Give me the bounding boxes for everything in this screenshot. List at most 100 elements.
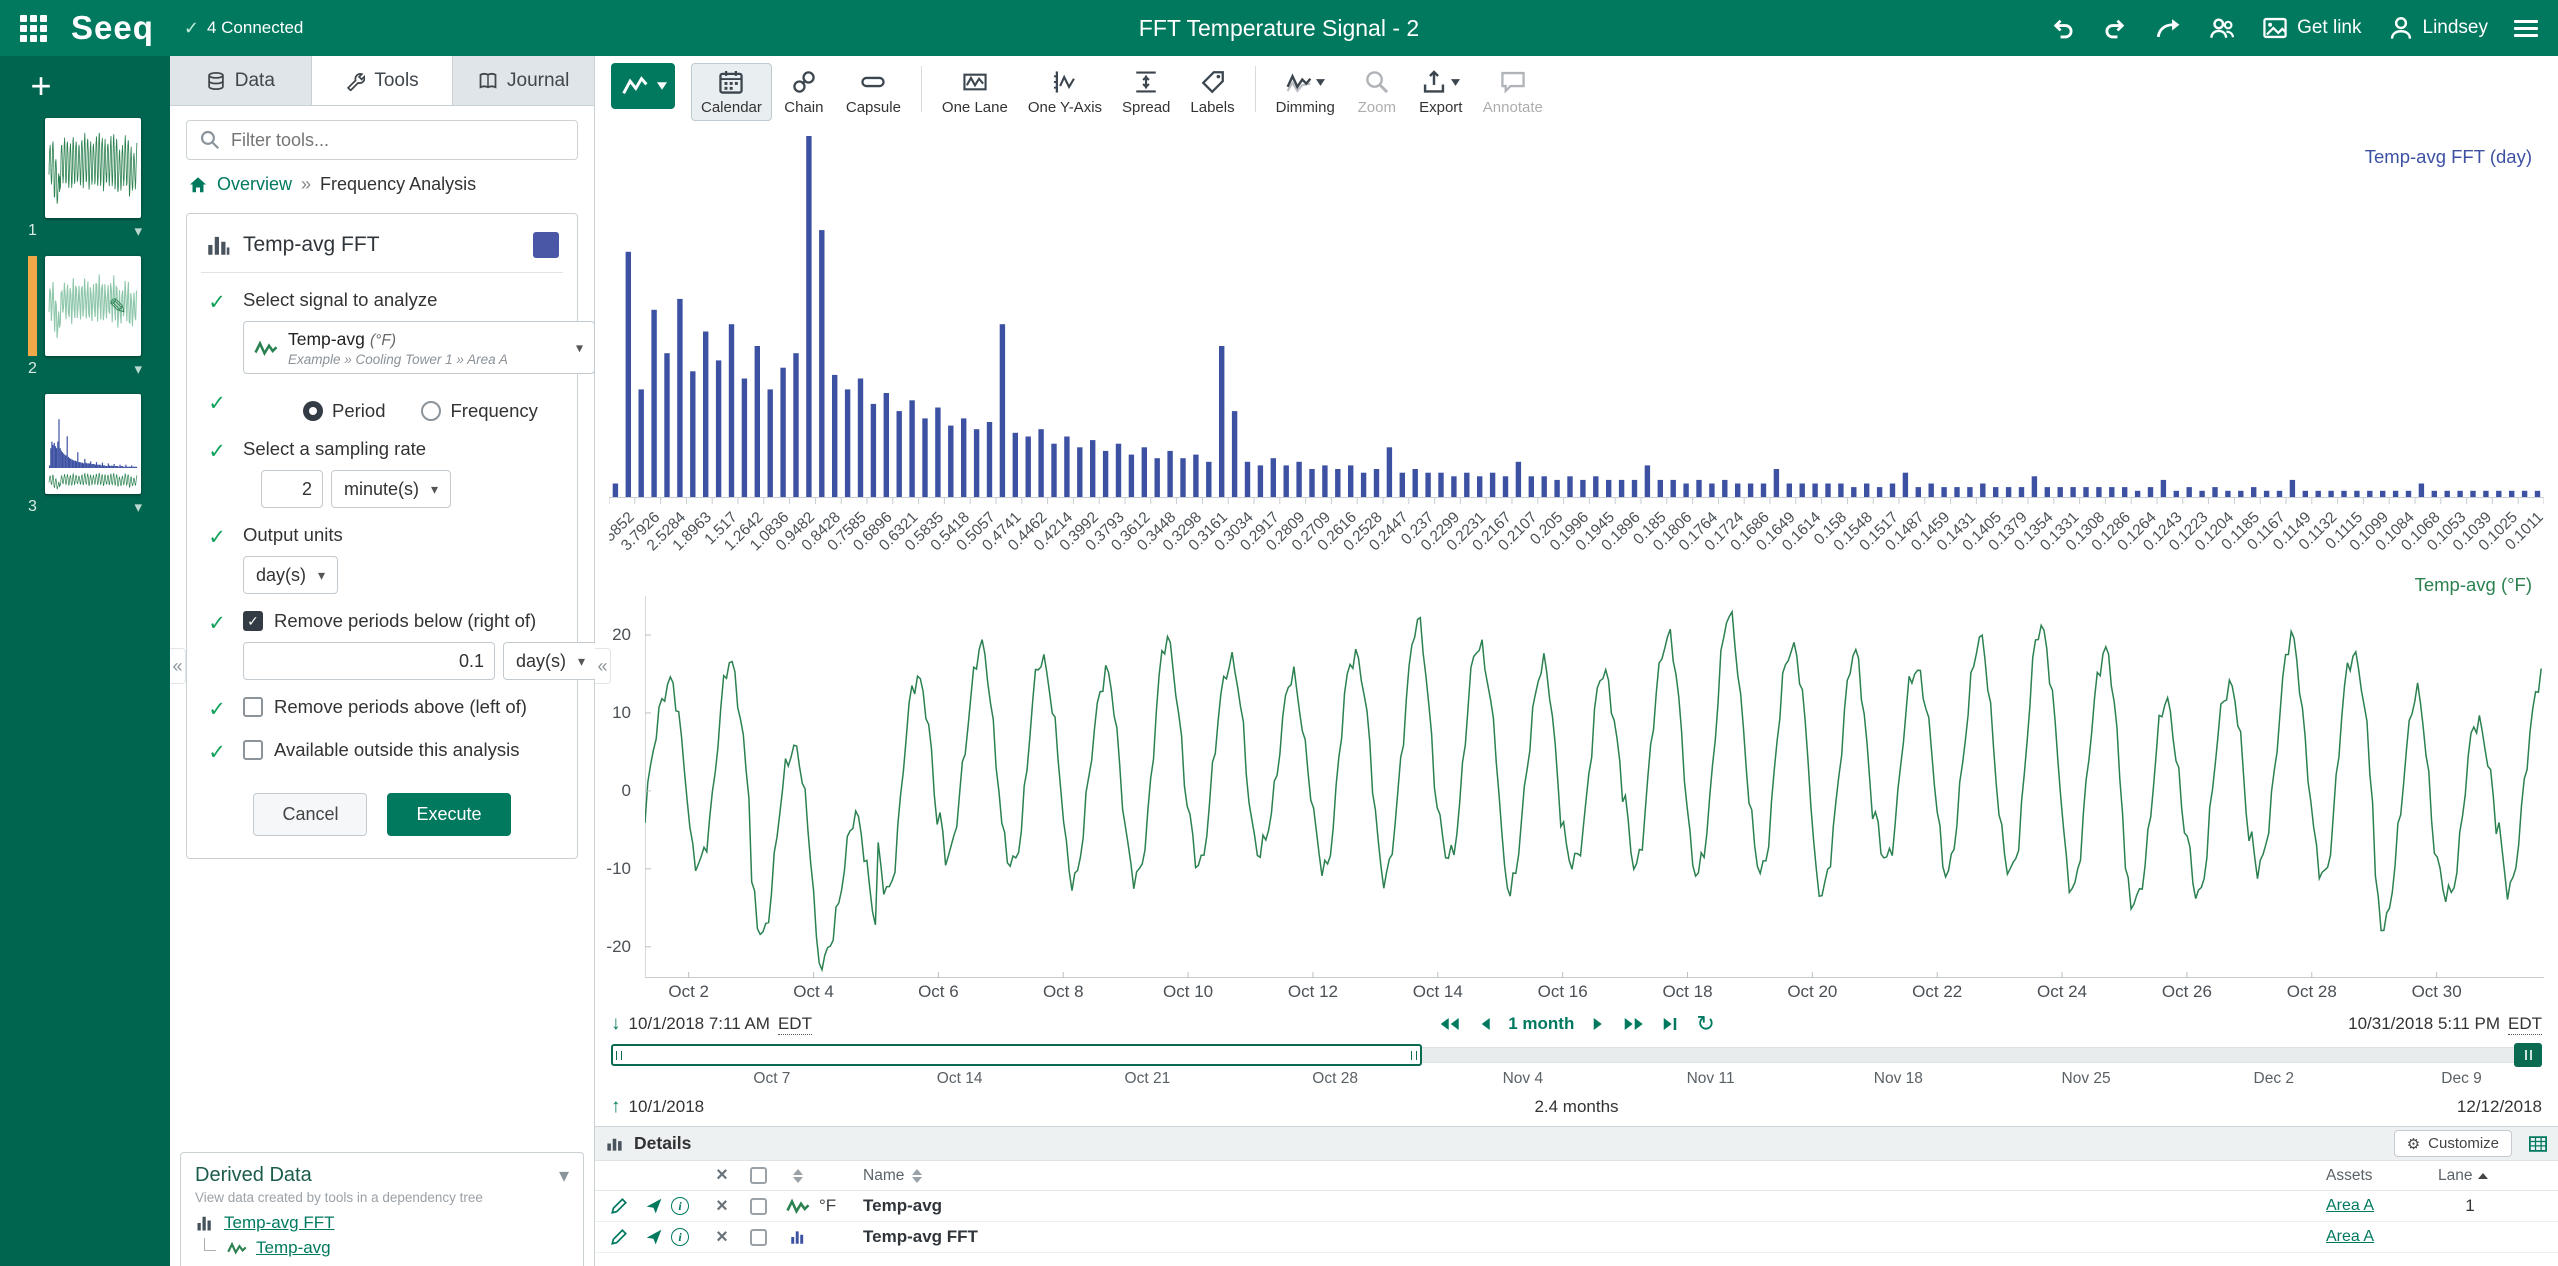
- collapse-panel-handle[interactable]: «: [595, 648, 611, 684]
- toolbar-labels-button[interactable]: Labels: [1180, 63, 1244, 121]
- row-checkbox[interactable]: [750, 1198, 767, 1215]
- toolbar-spread-button[interactable]: Spread: [1112, 63, 1180, 121]
- cancel-button[interactable]: Cancel: [253, 793, 367, 836]
- hamburger-menu-button[interactable]: [2514, 16, 2538, 41]
- investigate-range-start[interactable]: 10/1/2018: [629, 1097, 705, 1117]
- remove-item-button[interactable]: ×: [705, 1226, 739, 1249]
- apps-grid-icon[interactable]: [20, 15, 47, 42]
- window-left-grip[interactable]: [616, 1051, 622, 1060]
- investigate-range-slider[interactable]: [611, 1040, 2542, 1070]
- name-column-header[interactable]: Name: [863, 1167, 904, 1185]
- auto-update-button[interactable]: ↻: [1696, 1013, 1714, 1035]
- assets-column-header[interactable]: Assets: [2326, 1167, 2438, 1185]
- sampling-unit-dropdown[interactable]: minute(s)▾: [331, 470, 451, 508]
- toolbar-one-lane-button[interactable]: One Lane: [932, 63, 1018, 121]
- sort-lane-button[interactable]: [2478, 1173, 2488, 1179]
- display-range-start[interactable]: 10/1/2018 7:11 AM: [629, 1014, 770, 1034]
- toolbar-capsule-button[interactable]: Capsule: [836, 63, 911, 121]
- sort-name-button[interactable]: [912, 1169, 922, 1183]
- customize-button[interactable]: ⚙ Customize: [2394, 1130, 2512, 1157]
- trend-plot-area[interactable]: [645, 596, 2544, 978]
- display-range-window[interactable]: [611, 1044, 1422, 1066]
- remove-below-unit-dropdown[interactable]: day(s)▾: [503, 642, 598, 680]
- row-checkbox[interactable]: [750, 1229, 767, 1246]
- forward-share-button[interactable]: [2154, 15, 2182, 41]
- lane-column-header[interactable]: Lane: [2438, 1167, 2472, 1185]
- select-all-checkbox[interactable]: [750, 1167, 767, 1184]
- users-button[interactable]: [2208, 15, 2236, 41]
- undo-button[interactable]: [2050, 15, 2076, 41]
- investigate-range-end-handle[interactable]: [2514, 1043, 2542, 1067]
- toolbar-calendar-button[interactable]: Calendar: [691, 63, 772, 121]
- toolbar-one-y-axis-button[interactable]: One Y-Axis: [1018, 63, 1112, 121]
- collapse-sidebar-handle[interactable]: «: [170, 648, 186, 684]
- trend-series-label[interactable]: Temp-avg (°F): [2415, 574, 2532, 596]
- toolbar-dimming-button[interactable]: Dimming: [1266, 63, 1345, 121]
- add-worksheet-button[interactable]: +: [26, 68, 56, 104]
- timezone-label[interactable]: EDT: [778, 1014, 812, 1035]
- wrench-icon: [345, 71, 365, 91]
- filter-tools-input[interactable]: [186, 120, 578, 160]
- seeq-logo[interactable]: Seeq: [71, 9, 154, 47]
- range-duration-button[interactable]: 1 month: [1508, 1014, 1574, 1034]
- trend-chart[interactable]: Temp-avg (°F) 20100-10-20 Oct 2Oct 4Oct …: [595, 570, 2558, 1008]
- tab-journal[interactable]: Journal: [453, 56, 594, 105]
- info-icon[interactable]: i: [671, 1228, 689, 1246]
- toolbar-chain-button[interactable]: Chain: [772, 63, 836, 121]
- home-icon[interactable]: [188, 175, 208, 195]
- frequency-radio[interactable]: Frequency: [421, 400, 537, 422]
- display-range-end[interactable]: 10/31/2018 5:11 PM: [2348, 1014, 2500, 1034]
- timezone-label[interactable]: EDT: [2508, 1014, 2542, 1035]
- step-backward-button[interactable]: [1478, 1016, 1490, 1032]
- row-asset-link[interactable]: Area A: [2326, 1197, 2438, 1215]
- derived-data-header[interactable]: Derived Data ▾: [195, 1163, 569, 1188]
- fft-plot-area[interactable]: [609, 126, 2544, 498]
- row-asset-link[interactable]: Area A: [2326, 1228, 2438, 1246]
- tab-data[interactable]: Data: [170, 56, 312, 105]
- user-menu-button[interactable]: Lindsey: [2388, 15, 2489, 41]
- remove-above-checkbox-row[interactable]: Remove periods above (left of): [243, 696, 563, 718]
- remove-all-button[interactable]: ×: [705, 1164, 739, 1187]
- rocket-icon[interactable]: [637, 1197, 671, 1215]
- fft-chart[interactable]: Temp-avg FFT (day) 07.58523.79262.52841.…: [595, 118, 2558, 570]
- row-name[interactable]: Temp-avg FFT: [863, 1227, 2326, 1247]
- investigate-range-end[interactable]: 12/12/2018: [2457, 1097, 2542, 1117]
- remove-item-button[interactable]: ×: [705, 1195, 739, 1218]
- fft-color-swatch[interactable]: [533, 232, 559, 258]
- table-view-icon[interactable]: [2528, 1134, 2548, 1154]
- row-name[interactable]: Temp-avg: [863, 1196, 2326, 1216]
- x-tick-label: Oct 10: [1163, 982, 1213, 1002]
- tab-tools[interactable]: Tools: [312, 56, 454, 105]
- remove-below-checkbox-row[interactable]: ✓ Remove periods below (right of): [243, 610, 598, 632]
- skip-to-end-button[interactable]: [1662, 1016, 1678, 1032]
- worksheet-3-menu-chevron[interactable]: ▾: [134, 498, 142, 516]
- worksheet-2-preview[interactable]: ✎: [45, 256, 141, 356]
- rocket-icon[interactable]: [637, 1228, 671, 1246]
- worksheet-1-preview[interactable]: [45, 118, 141, 218]
- chevron-collapse-icon[interactable]: ▾: [559, 1163, 569, 1188]
- toolbar-export-button[interactable]: Export: [1409, 63, 1473, 121]
- window-right-grip[interactable]: [1411, 1051, 1417, 1060]
- signal-select[interactable]: Temp-avg (°F) Example » Cooling Tower 1 …: [243, 321, 595, 374]
- available-outside-checkbox-row[interactable]: Available outside this analysis: [243, 739, 563, 761]
- worksheet-3-preview[interactable]: [45, 394, 141, 494]
- fast-forward-button[interactable]: [1622, 1016, 1644, 1032]
- redo-button[interactable]: [2102, 15, 2128, 41]
- edit-icon[interactable]: [601, 1228, 637, 1246]
- investigate-range-duration[interactable]: 2.4 months: [1534, 1097, 1618, 1117]
- worksheet-1-menu-chevron[interactable]: ▾: [134, 222, 142, 240]
- breadcrumb-overview-link[interactable]: Overview: [217, 174, 292, 195]
- execute-button[interactable]: Execute: [387, 793, 510, 836]
- sampling-rate-input[interactable]: [261, 470, 323, 508]
- output-unit-dropdown[interactable]: day(s)▾: [243, 556, 338, 594]
- remove-below-value-input[interactable]: [243, 642, 495, 680]
- edit-icon[interactable]: [601, 1197, 637, 1215]
- info-icon[interactable]: i: [671, 1197, 689, 1215]
- fast-backward-button[interactable]: [1438, 1016, 1460, 1032]
- get-link-button[interactable]: Get link: [2262, 15, 2361, 41]
- worksheet-2-menu-chevron[interactable]: ▾: [134, 360, 142, 378]
- play-button[interactable]: [1592, 1016, 1604, 1032]
- chart-type-button[interactable]: [611, 63, 675, 109]
- period-radio[interactable]: Period: [303, 400, 385, 422]
- sort-type-button[interactable]: [777, 1169, 819, 1183]
